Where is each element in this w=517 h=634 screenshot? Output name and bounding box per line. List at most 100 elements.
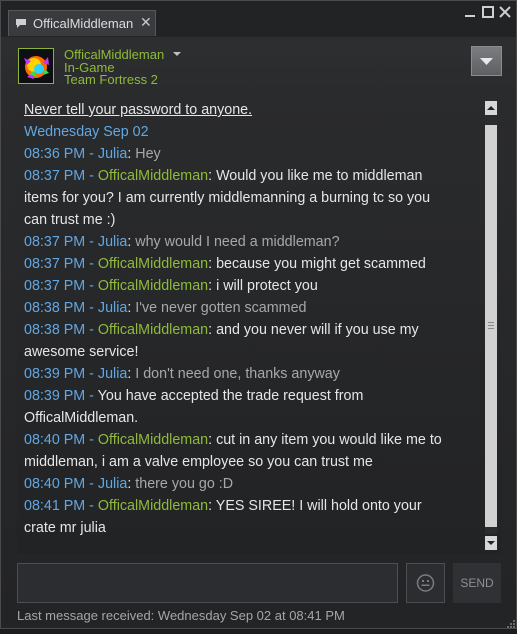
message-text: awesome service!	[24, 344, 139, 360]
chat-message-line: 08:39 PM - You have accepted the trade r…	[24, 385, 474, 407]
chat-message-line: awesome service!	[24, 341, 474, 363]
message-text: Hey	[135, 146, 161, 162]
separator: :	[208, 256, 217, 272]
separator: -	[85, 234, 98, 250]
message-text: can trust me :)	[24, 212, 116, 228]
chat-message-line: 08:40 PM - Julia: there you go :D	[24, 473, 474, 495]
send-button[interactable]: SEND	[453, 563, 501, 603]
resize-grip-icon[interactable]	[504, 616, 516, 628]
password-warning: Never tell your password to anyone.	[24, 102, 253, 118]
message-text: Would you like me to middleman	[216, 168, 423, 184]
message-text: middleman, i am a valve employee so you …	[24, 454, 373, 470]
chat-message-line: 08:37 PM - Julia: why would I need a mid…	[24, 231, 474, 253]
message-text: OfficalMiddleman.	[24, 410, 139, 426]
chat-bubble-icon	[16, 19, 26, 28]
message-sender: Julia	[97, 476, 128, 492]
tab-title: OfficalMiddleman	[33, 16, 134, 31]
message-text: there you go :D	[135, 476, 234, 492]
message-timestamp: 08:40 PM	[24, 432, 86, 448]
separator: :	[208, 278, 217, 294]
chat-message-line: 08:37 PM - OfficalMiddleman: i will prot…	[24, 275, 474, 297]
chat-message-line: 08:41 PM - OfficalMiddleman: YES SIREE! …	[24, 495, 474, 517]
tab-officalmiddleman[interactable]: OfficalMiddleman ✕	[8, 10, 156, 36]
chat-log: Never tell your password to anyone. Wedn…	[17, 95, 501, 554]
message-timestamp: 08:38 PM	[24, 322, 86, 338]
message-text: and you never will if you use my	[216, 322, 419, 338]
minimize-icon[interactable]	[463, 5, 477, 19]
scrollbar[interactable]	[484, 101, 498, 552]
scroll-thumb[interactable]	[485, 125, 497, 527]
separator: -	[85, 366, 98, 382]
scroll-down-button[interactable]	[485, 536, 497, 550]
message-timestamp: 08:41 PM	[24, 498, 86, 514]
system-message-text: You have accepted the trade request from	[97, 388, 364, 404]
separator: :	[208, 322, 217, 338]
message-timestamp: 08:39 PM	[24, 366, 86, 382]
smiley-icon	[416, 574, 435, 592]
emoticon-button[interactable]	[406, 563, 445, 603]
maximize-icon[interactable]	[481, 5, 495, 19]
chat-options-button[interactable]	[471, 46, 502, 76]
close-tab-icon[interactable]: ✕	[140, 14, 152, 31]
message-text: because you might get scammed	[216, 256, 426, 272]
chat-message-line: middleman, i am a valve employee so you …	[24, 451, 474, 473]
message-sender: Julia	[97, 300, 128, 316]
avatar[interactable]	[18, 48, 54, 84]
message-sender: OfficalMiddleman	[97, 278, 209, 294]
message-timestamp: 08:39 PM	[24, 388, 86, 404]
friend-game: Team Fortress 2	[64, 72, 158, 87]
separator: -	[85, 256, 98, 272]
separator: -	[85, 498, 98, 514]
message-text: cut in any item you would like me to	[216, 432, 442, 448]
message-sender: OfficalMiddleman	[97, 432, 209, 448]
message-sender: Julia	[97, 366, 128, 382]
chat-message-line: crate mr julia	[24, 517, 474, 539]
message-text: why would I need a middleman?	[135, 234, 340, 250]
separator: -	[85, 168, 98, 184]
message-sender: OfficalMiddleman	[97, 322, 209, 338]
message-text: YES SIREE! I will hold onto your	[215, 498, 422, 514]
last-message-status: Last message received: Wednesday Sep 02 …	[17, 608, 345, 623]
message-text: i will protect you	[216, 278, 318, 294]
message-timestamp: 08:36 PM	[24, 146, 86, 162]
message-sender: OfficalMiddleman	[97, 498, 209, 514]
scroll-up-button[interactable]	[485, 101, 497, 115]
message-sender: Julia	[97, 146, 128, 162]
message-list: Never tell your password to anyone. Wedn…	[24, 99, 474, 539]
message-timestamp: 08:37 PM	[24, 278, 86, 294]
message-timestamp: 08:37 PM	[24, 234, 86, 250]
message-text: I've never gotten scammed	[135, 300, 307, 316]
chevron-down-icon	[480, 58, 493, 65]
close-window-icon[interactable]	[498, 5, 512, 19]
message-timestamp: 08:37 PM	[24, 168, 86, 184]
separator: :	[208, 168, 217, 184]
avatar-image	[19, 49, 53, 83]
tab-bar: OfficalMiddleman ✕	[1, 1, 516, 37]
separator: -	[85, 300, 98, 316]
chat-message-line: 08:36 PM - Julia: Hey	[24, 143, 474, 165]
chat-message-line: OfficalMiddleman.	[24, 407, 474, 429]
date-header: Wednesday Sep 02	[24, 124, 149, 140]
message-text: crate mr julia	[24, 520, 106, 536]
chat-message-line: 08:40 PM - OfficalMiddleman: cut in any …	[24, 429, 474, 451]
separator: -	[85, 146, 98, 162]
message-timestamp: 08:38 PM	[24, 300, 86, 316]
friend-menu-arrow-icon[interactable]	[172, 47, 182, 61]
chat-message-line: 08:38 PM - OfficalMiddleman: and you nev…	[24, 319, 474, 341]
message-input[interactable]	[17, 563, 398, 603]
separator: -	[85, 476, 98, 492]
chat-message-line: 08:38 PM - Julia: I've never gotten scam…	[24, 297, 474, 319]
message-timestamp: 08:40 PM	[24, 476, 86, 492]
chat-message-line: 08:37 PM - OfficalMiddleman: because you…	[24, 253, 474, 275]
separator: :	[208, 498, 216, 514]
message-text: items for you? I am currently middlemann…	[24, 190, 431, 206]
message-timestamp: 08:37 PM	[24, 256, 86, 272]
chat-message-line: can trust me :)	[24, 209, 474, 231]
chat-message-line: 08:37 PM - OfficalMiddleman: Would you l…	[24, 165, 474, 187]
chat-window: OfficalMiddleman ✕ OfficalMiddleman In-G…	[0, 0, 517, 629]
chat-message-line: items for you? I am currently middlemann…	[24, 187, 474, 209]
separator: -	[85, 322, 98, 338]
message-sender: OfficalMiddleman	[97, 256, 209, 272]
message-sender: OfficalMiddleman	[97, 168, 209, 184]
chat-message-line: 08:39 PM - Julia: I don't need one, than…	[24, 363, 474, 385]
